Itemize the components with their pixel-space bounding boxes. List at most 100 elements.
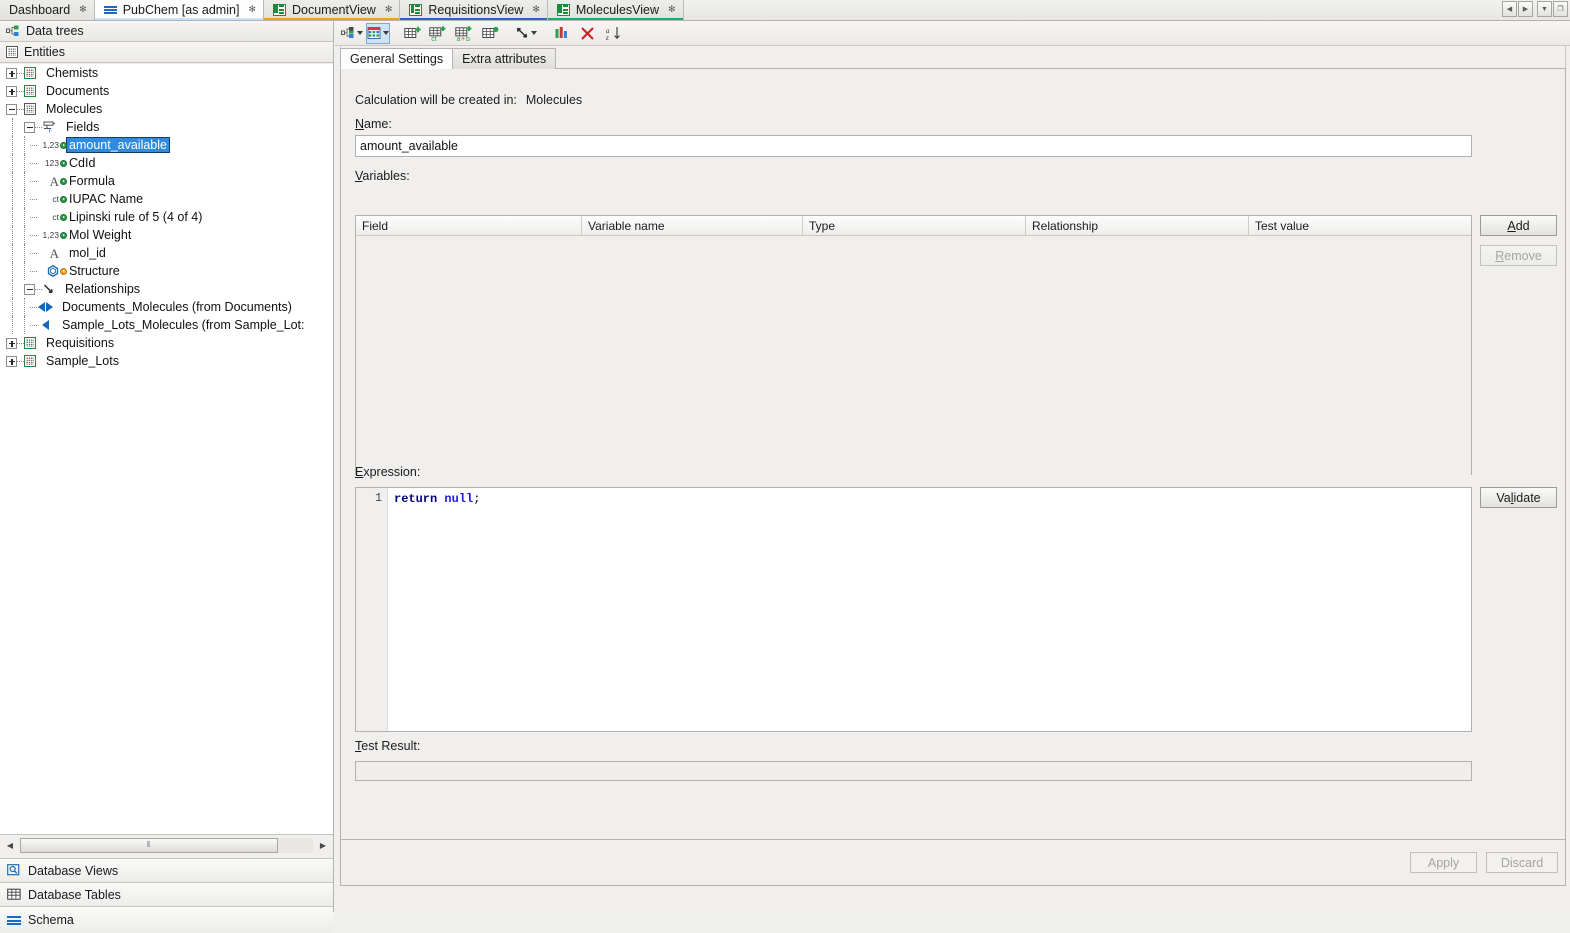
left-sidebar: Data trees Entities Chemists Documents bbox=[0, 21, 334, 912]
table-icon bbox=[7, 888, 21, 901]
delete-icon[interactable] bbox=[575, 23, 599, 44]
ct-field-icon: ct bbox=[37, 211, 59, 223]
tree-item-relationships[interactable]: Relationships bbox=[0, 280, 333, 298]
tree-item-lipinski-rule-of-5[interactable]: ct Lipinski rule of 5 (4 of 4) bbox=[0, 208, 333, 226]
variables-table[interactable]: Field Variable name Type Relationship Te… bbox=[355, 215, 1472, 475]
svg-text:b: b bbox=[466, 36, 470, 41]
tree-item-documents[interactable]: Documents bbox=[0, 82, 333, 100]
data-tree-icon bbox=[6, 25, 20, 37]
tab-label: PubChem [as admin] bbox=[123, 3, 240, 17]
svg-text:F: F bbox=[49, 129, 53, 134]
tree-item-mol-id[interactable]: A mol_id bbox=[0, 244, 333, 262]
chevron-down-icon[interactable] bbox=[383, 31, 389, 35]
plain-text-icon: A bbox=[37, 247, 59, 259]
tree-item-chemists[interactable]: Chemists bbox=[0, 64, 333, 82]
column-header-relationship[interactable]: Relationship bbox=[1026, 216, 1249, 235]
tab-dashboard[interactable]: Dashboard ✻ bbox=[0, 0, 95, 20]
scroll-right-arrow-icon[interactable]: ▶ bbox=[313, 836, 333, 855]
scrollbar-thumb[interactable]: ⦀ bbox=[20, 838, 278, 853]
chevron-down-icon[interactable] bbox=[357, 31, 363, 35]
expand-toggle[interactable] bbox=[6, 356, 17, 367]
tree-item-cdid[interactable]: 123 CdId bbox=[0, 154, 333, 172]
column-header-type[interactable]: Type bbox=[803, 216, 1026, 235]
entity-green-icon bbox=[24, 85, 36, 97]
add-text-field-icon[interactable]: a + b bbox=[453, 23, 477, 44]
tree-item-label: Structure bbox=[67, 264, 122, 278]
entities-header[interactable]: Entities bbox=[0, 42, 333, 63]
column-header-field[interactable]: Field bbox=[356, 216, 582, 235]
name-input[interactable]: amount_available bbox=[355, 135, 1472, 157]
tab-extra-attributes[interactable]: Extra attributes bbox=[452, 48, 556, 69]
tab-pubchem[interactable]: PubChem [as admin] ✻ bbox=[95, 0, 264, 20]
tab-list-dropdown-button[interactable]: ▼ bbox=[1537, 1, 1552, 17]
tab-close-icon[interactable]: ✻ bbox=[668, 5, 676, 15]
tree-item-sample-lots[interactable]: Sample_Lots bbox=[0, 352, 333, 370]
svg-text:a: a bbox=[457, 36, 461, 41]
entity-green-icon bbox=[24, 67, 36, 79]
column-header-test-value[interactable]: Test value bbox=[1249, 216, 1471, 235]
data-trees-header[interactable]: Data trees bbox=[0, 21, 333, 42]
sidebar-item-database-tables[interactable]: Database Tables bbox=[0, 882, 333, 906]
tab-label: DocumentView bbox=[292, 3, 376, 17]
tree-item-sample-lots-molecules[interactable]: Sample_Lots_Molecules (from Sample_Lot: bbox=[0, 316, 333, 334]
tab-requisitionsview[interactable]: RequisitionsView ✻ bbox=[400, 0, 548, 20]
tab-close-icon[interactable]: ✻ bbox=[248, 5, 256, 15]
settings-tabs: General Settings Extra attributes bbox=[340, 47, 555, 69]
sort-az-icon[interactable]: a z bbox=[601, 23, 625, 44]
schema-lines-icon bbox=[7, 914, 21, 926]
tab-moleculesview[interactable]: MoleculesView ✻ bbox=[548, 0, 684, 20]
data-tree-icon[interactable] bbox=[340, 23, 364, 44]
tab-documentview[interactable]: DocumentView ✻ bbox=[264, 0, 400, 20]
tab-general-settings[interactable]: General Settings bbox=[340, 48, 453, 69]
tab-bar-controls: ◀ ▶ ▼ ❐ bbox=[1502, 1, 1568, 17]
apply-button: Apply bbox=[1410, 852, 1477, 873]
entity-gray-icon bbox=[24, 103, 36, 115]
tree-item-label: mol_id bbox=[67, 246, 108, 260]
expression-editor[interactable]: 1 return null; bbox=[355, 487, 1472, 732]
tree-horizontal-scrollbar[interactable]: ◀ ⦀ ▶ bbox=[0, 834, 333, 855]
column-header-variable-name[interactable]: Variable name bbox=[582, 216, 803, 235]
restore-window-button[interactable]: ❐ bbox=[1553, 1, 1568, 17]
scroll-left-arrow-icon[interactable]: ◀ bbox=[0, 836, 20, 855]
tree-item-documents-molecules[interactable]: Documents_Molecules (from Documents) bbox=[0, 298, 333, 316]
validate-button[interactable]: Validate bbox=[1480, 487, 1557, 508]
tab-close-icon[interactable]: ✻ bbox=[385, 5, 393, 15]
tree-item-structure[interactable]: Structure bbox=[0, 262, 333, 280]
add-ct-field-icon[interactable]: ct bbox=[427, 23, 451, 44]
collapse-toggle[interactable] bbox=[24, 284, 35, 295]
tab-close-icon[interactable]: ✻ bbox=[532, 5, 540, 15]
entity-green-icon bbox=[24, 355, 36, 367]
tree-item-mol-weight[interactable]: 1,23 Mol Weight bbox=[0, 226, 333, 244]
tab-scroll-right-button[interactable]: ▶ bbox=[1518, 1, 1533, 17]
tab-close-icon[interactable]: ✻ bbox=[79, 5, 87, 15]
tab-scroll-left-button[interactable]: ◀ bbox=[1502, 1, 1517, 17]
collapse-toggle[interactable] bbox=[6, 104, 17, 115]
tree-item-amount-available[interactable]: 1,23 amount_available bbox=[0, 136, 333, 154]
entities-tree[interactable]: Chemists Documents Molecules bbox=[0, 64, 333, 834]
expression-code[interactable]: return null; bbox=[394, 492, 480, 506]
chevron-down-icon[interactable] bbox=[531, 31, 537, 35]
variables-label: Variables: bbox=[355, 169, 410, 183]
relationship-icon[interactable] bbox=[514, 23, 538, 44]
tree-item-molecules[interactable]: Molecules bbox=[0, 100, 333, 118]
tree-item-fields[interactable]: F Fields bbox=[0, 118, 333, 136]
expand-toggle[interactable] bbox=[6, 68, 17, 79]
add-structure-field-icon[interactable] bbox=[479, 23, 503, 44]
table-grid-icon[interactable] bbox=[366, 23, 390, 44]
magnifier-icon bbox=[7, 864, 21, 877]
tree-item-requisitions[interactable]: Requisitions bbox=[0, 334, 333, 352]
variables-table-body[interactable] bbox=[356, 236, 1471, 475]
view-icon bbox=[409, 4, 422, 16]
add-button[interactable]: Add bbox=[1480, 215, 1557, 236]
tree-item-formula[interactable]: A Formula bbox=[0, 172, 333, 190]
scrollbar-track[interactable]: ⦀ bbox=[20, 838, 313, 853]
sidebar-item-schema[interactable]: Schema bbox=[0, 906, 333, 933]
add-field-icon[interactable] bbox=[401, 23, 425, 44]
created-in-value: Molecules bbox=[526, 93, 582, 107]
statistics-icon[interactable] bbox=[549, 23, 573, 44]
expand-toggle[interactable] bbox=[6, 338, 17, 349]
expand-toggle[interactable] bbox=[6, 86, 17, 97]
collapse-toggle[interactable] bbox=[24, 122, 35, 133]
tree-item-iupac-name[interactable]: ct IUPAC Name bbox=[0, 190, 333, 208]
sidebar-item-database-views[interactable]: Database Views bbox=[0, 858, 333, 882]
